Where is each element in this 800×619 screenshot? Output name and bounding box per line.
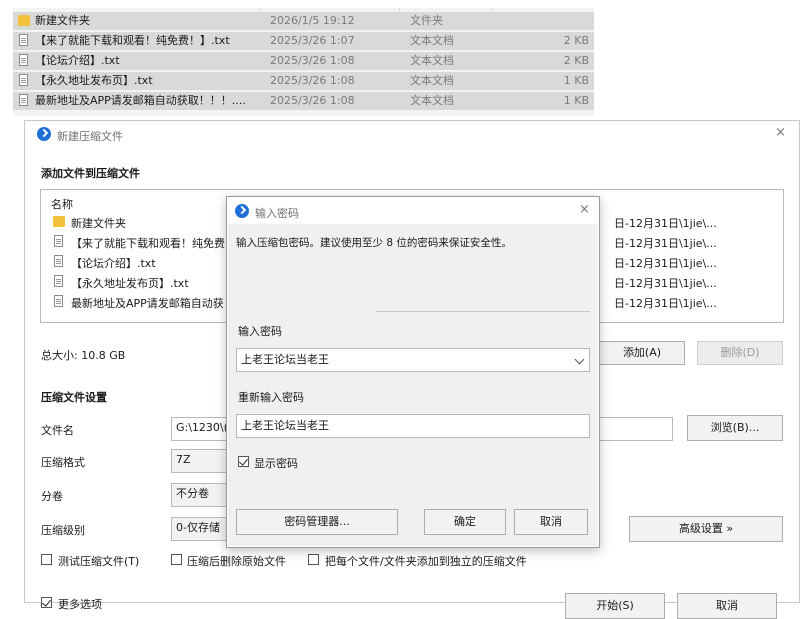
- list-item-name: 【论坛介绍】.txt: [71, 257, 156, 270]
- section-add-files-heading: 添加文件到压缩文件: [41, 167, 140, 180]
- file-type: 文本文档: [410, 54, 454, 67]
- file-type: 文件夹: [410, 14, 443, 27]
- file-type: 文本文档: [410, 74, 454, 87]
- start-button[interactable]: 开始(S): [565, 593, 665, 619]
- file-size: 1 KB: [563, 74, 589, 87]
- file-row[interactable]: 【来了就能下载和观看！纯免费！】.txt 2025/3/26 1:07 文本文档…: [13, 32, 594, 50]
- cancel-button[interactable]: 取消: [677, 593, 777, 619]
- text-file-icon: [19, 74, 28, 86]
- file-row[interactable]: 【论坛介绍】.txt 2025/3/26 1:08 文本文档 2 KB: [13, 52, 594, 70]
- delete-after-label: 压缩后删除原始文件: [187, 555, 286, 568]
- list-item-name: 【来了就能下载和观看！纯免费: [71, 237, 225, 250]
- close-icon[interactable]: ×: [579, 202, 590, 217]
- section-archive-settings-heading: 压缩文件设置: [41, 391, 107, 404]
- delete-button[interactable]: 删除(D): [697, 341, 783, 365]
- file-name: 最新地址及APP请发邮箱自动获取！！！....: [35, 94, 246, 107]
- file-size: 1 KB: [563, 94, 589, 107]
- text-file-icon: [54, 295, 63, 307]
- list-item-path: 日-12月31日\1jie\...: [614, 277, 717, 290]
- file-name: 【论坛介绍】.txt: [35, 54, 120, 67]
- password-message: 输入压缩包密码。建议使用至少 8 位的密码来保证安全性。: [236, 237, 512, 249]
- file-type: 文本文档: [410, 94, 454, 107]
- divider: [376, 311, 590, 312]
- format-label: 压缩格式: [41, 456, 85, 469]
- level-select[interactable]: 0-仅存储: [171, 517, 233, 541]
- text-file-icon: [54, 235, 63, 247]
- file-row[interactable]: 最新地址及APP请发邮箱自动获取！！！.... 2025/3/26 1:08 文…: [13, 92, 594, 110]
- list-header-name: 名称: [51, 198, 73, 211]
- close-icon[interactable]: ×: [775, 125, 786, 140]
- file-date: 2025/3/26 1:08: [270, 94, 355, 107]
- file-date: 2025/3/26 1:08: [270, 74, 355, 87]
- file-name: 【来了就能下载和观看！纯免费！】.txt: [35, 34, 230, 47]
- cancel-button[interactable]: 取消: [514, 509, 588, 535]
- password-manager-button[interactable]: 密码管理器...: [236, 509, 398, 535]
- file-size: 2 KB: [563, 54, 589, 67]
- list-item-path: 日-12月31日\1jie\...: [614, 237, 717, 250]
- reenter-password-label: 重新输入密码: [238, 391, 304, 404]
- file-type: 文本文档: [410, 34, 454, 47]
- text-file-icon: [54, 275, 63, 287]
- list-item-path: 日-12月31日\1jie\...: [614, 297, 717, 310]
- list-item-name: 新建文件夹: [71, 217, 126, 230]
- file-date: 2025/3/26 1:07: [270, 34, 355, 47]
- level-label: 压缩级别: [41, 524, 85, 537]
- list-item-name: 【永久地址发布页】.txt: [71, 277, 189, 290]
- text-file-icon: [19, 54, 28, 66]
- file-date: 2025/3/26 1:08: [270, 54, 355, 67]
- show-password-label: 显示密码: [254, 457, 298, 470]
- password-dialog-title: 输入密码: [255, 207, 299, 220]
- list-item-path: 日-12月31日\1jie\...: [614, 257, 717, 270]
- app-logo-icon: [235, 204, 249, 218]
- text-file-icon: [19, 34, 28, 46]
- separate-archives-checkbox[interactable]: [308, 554, 319, 565]
- split-select[interactable]: 不分卷: [171, 483, 233, 507]
- browse-button[interactable]: 浏览(B)...: [687, 415, 783, 441]
- test-archive-checkbox[interactable]: [41, 554, 52, 565]
- password-dialog: 输入密码 × 输入压缩包密码。建议使用至少 8 位的密码来保证安全性。 输入密码…: [226, 196, 600, 548]
- more-options-label: 更多选项: [58, 598, 102, 611]
- separate-archives-label: 把每个文件/文件夹添加到独立的压缩文件: [325, 555, 527, 568]
- delete-after-checkbox[interactable]: [171, 554, 182, 565]
- add-button[interactable]: 添加(A): [599, 341, 685, 365]
- password-label: 输入密码: [238, 325, 282, 338]
- filename-label: 文件名: [41, 424, 74, 437]
- file-name: 新建文件夹: [35, 14, 90, 27]
- total-size-label: 总大小: 10.8 GB: [41, 349, 126, 362]
- file-explorer-list: 新建文件夹 2026/1/5 19:12 文件夹 【来了就能下载和观看！纯免费！…: [13, 8, 594, 116]
- ok-button[interactable]: 确定: [424, 509, 506, 535]
- password-dialog-body: 输入压缩包密码。建议使用至少 8 位的密码来保证安全性。 输入密码 上老王论坛当…: [228, 224, 598, 546]
- show-password-checkbox[interactable]: [238, 456, 249, 467]
- folder-icon: [53, 216, 65, 227]
- split-label: 分卷: [41, 490, 63, 503]
- folder-icon: [18, 15, 30, 26]
- test-archive-label: 测试压缩文件(T): [58, 555, 140, 568]
- file-name: 【永久地址发布页】.txt: [35, 74, 153, 87]
- password-input[interactable]: 上老王论坛当老王: [236, 348, 590, 372]
- advanced-settings-button[interactable]: 高级设置 »: [629, 516, 783, 542]
- file-date: 2026/1/5 19:12: [270, 14, 355, 27]
- file-row[interactable]: 新建文件夹 2026/1/5 19:12 文件夹: [13, 12, 594, 30]
- dialog-title: 新建压缩文件: [57, 130, 123, 143]
- text-file-icon: [19, 94, 28, 106]
- reenter-password-input[interactable]: 上老王论坛当老王: [236, 414, 590, 438]
- file-size: 2 KB: [563, 34, 589, 47]
- file-row[interactable]: 【永久地址发布页】.txt 2025/3/26 1:08 文本文档 1 KB: [13, 72, 594, 90]
- text-file-icon: [54, 255, 63, 267]
- list-item-name: 最新地址及APP请发邮箱自动获: [71, 297, 224, 310]
- list-item-path: 日-12月31日\1jie\...: [614, 217, 717, 230]
- app-logo-icon: [37, 127, 51, 141]
- format-select[interactable]: 7Z: [171, 449, 233, 473]
